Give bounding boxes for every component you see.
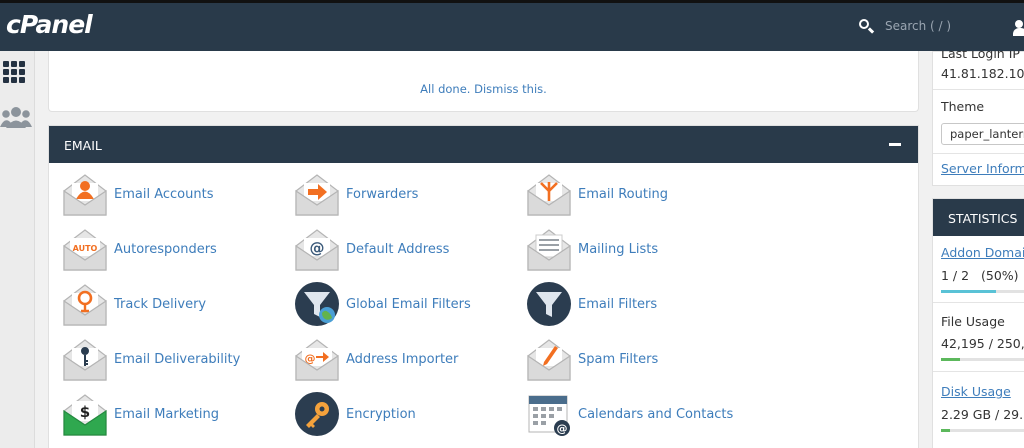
svg-text:AUTO: AUTO	[73, 244, 98, 253]
email-panel: EMAIL Email Accounts Forwarders Email Ro	[48, 125, 919, 448]
email-deliverability-link[interactable]: Email Deliverability	[62, 334, 240, 384]
global-email-filters-label: Global Email Filters	[346, 296, 471, 312]
general-information-panel: Last Login IP 41.81.182.102 Theme paper_…	[932, 51, 1024, 186]
mailing-lists-label: Mailing Lists	[578, 241, 659, 257]
left-sidebar	[0, 51, 35, 448]
forwarders-label: Forwarders	[346, 186, 419, 202]
email-filters-link[interactable]: Email Filters	[526, 279, 657, 329]
encryption-label: Encryption	[346, 406, 416, 422]
grid-icon[interactable]	[3, 61, 27, 83]
calendars-contacts-label: Calendars and Contacts	[578, 406, 734, 422]
mailing-lists-icon	[527, 229, 571, 271]
email-routing-icon	[527, 174, 571, 216]
search-box[interactable]	[858, 18, 985, 34]
autoresponders-label: Autoresponders	[114, 241, 217, 257]
svg-text:$: $	[80, 403, 90, 421]
dismiss-link[interactable]: All done. Dismiss this.	[49, 82, 918, 96]
address-importer-link[interactable]: @ Address Importer	[294, 334, 458, 384]
default-address-label: Default Address	[346, 241, 450, 257]
disk-usage-link[interactable]: Disk Usage	[941, 384, 1011, 399]
global-email-filters-link[interactable]: Global Email Filters	[294, 279, 471, 329]
spam-filters-label: Spam Filters	[578, 351, 659, 367]
forwarders-icon	[295, 174, 339, 216]
track-delivery-icon	[63, 284, 107, 326]
user-icon[interactable]	[1013, 20, 1024, 36]
svg-text:@: @	[557, 422, 568, 435]
email-accounts-label: Email Accounts	[114, 186, 214, 202]
theme-label: Theme	[941, 99, 985, 114]
email-marketing-link[interactable]: $ Email Marketing	[62, 389, 219, 439]
file-usage-label: File Usage	[941, 314, 1005, 329]
autoresponders-icon: AUTO	[63, 229, 107, 271]
track-delivery-link[interactable]: Track Delivery	[62, 279, 206, 329]
track-delivery-label: Track Delivery	[114, 296, 207, 312]
mailing-lists-link[interactable]: Mailing Lists	[526, 224, 658, 274]
addon-domains-bar	[941, 290, 1024, 293]
calendars-contacts-icon: @	[528, 395, 570, 436]
calendars-contacts-link[interactable]: @ Calendars and Contacts	[526, 389, 733, 439]
address-importer-label: Address Importer	[346, 351, 459, 367]
statistics-panel: STATISTICS Addon Domains 1 / 2 (50%) Fil…	[932, 198, 1024, 448]
encryption-link[interactable]: Encryption	[294, 389, 416, 439]
top-navbar: cPanel	[0, 0, 1024, 51]
autoresponders-link[interactable]: AUTO Autoresponders	[62, 224, 217, 274]
address-importer-icon: @	[295, 339, 339, 381]
svg-text:@: @	[310, 239, 325, 257]
notice-box: All done. Dismiss this.	[48, 51, 919, 112]
email-panel-header[interactable]: EMAIL	[49, 126, 918, 163]
last-login-ip: 41.81.182.102	[941, 66, 1024, 81]
file-usage-value: 42,195 / 250,000	[941, 336, 1024, 351]
email-marketing-icon: $	[63, 394, 107, 436]
disk-usage-bar	[941, 429, 1024, 432]
addon-domains-link[interactable]: Addon Domains	[941, 245, 1024, 260]
theme-select[interactable]: paper_lantern	[941, 123, 1024, 145]
cpanel-logo[interactable]: cPanel	[6, 10, 93, 39]
email-accounts-link[interactable]: Email Accounts	[62, 169, 213, 219]
email-routing-link[interactable]: Email Routing	[526, 169, 668, 219]
statistics-header: STATISTICS	[933, 199, 1024, 236]
disk-usage-value: 2.29 GB / 29.3 GB	[941, 407, 1024, 422]
default-address-link[interactable]: @ Default Address	[294, 224, 449, 274]
email-accounts-icon	[63, 174, 107, 216]
forwarders-link[interactable]: Forwarders	[294, 169, 418, 219]
users-icon[interactable]	[0, 105, 32, 131]
email-deliverability-icon	[63, 339, 107, 381]
file-usage-bar	[941, 358, 1024, 361]
server-information-link[interactable]: Server Information	[941, 161, 1024, 176]
email-panel-title: EMAIL	[64, 138, 102, 153]
email-filters-icon	[527, 282, 571, 326]
email-routing-label: Email Routing	[578, 186, 669, 202]
search-icon[interactable]	[858, 18, 875, 34]
global-email-filters-icon	[295, 282, 339, 326]
search-input[interactable]	[885, 19, 985, 33]
last-login-label: Last Login IP	[941, 51, 1020, 61]
right-column: Last Login IP 41.81.182.102 Theme paper_…	[932, 51, 1024, 448]
spam-filters-icon	[527, 339, 571, 381]
encryption-icon	[295, 392, 339, 436]
email-marketing-label: Email Marketing	[114, 406, 219, 422]
email-deliverability-label: Email Deliverability	[114, 351, 241, 367]
addon-domains-value: 1 / 2 (50%)	[941, 268, 1019, 283]
default-address-icon: @	[295, 229, 339, 271]
collapse-icon[interactable]	[889, 143, 901, 146]
email-filters-label: Email Filters	[578, 296, 658, 312]
spam-filters-link[interactable]: Spam Filters	[526, 334, 658, 384]
